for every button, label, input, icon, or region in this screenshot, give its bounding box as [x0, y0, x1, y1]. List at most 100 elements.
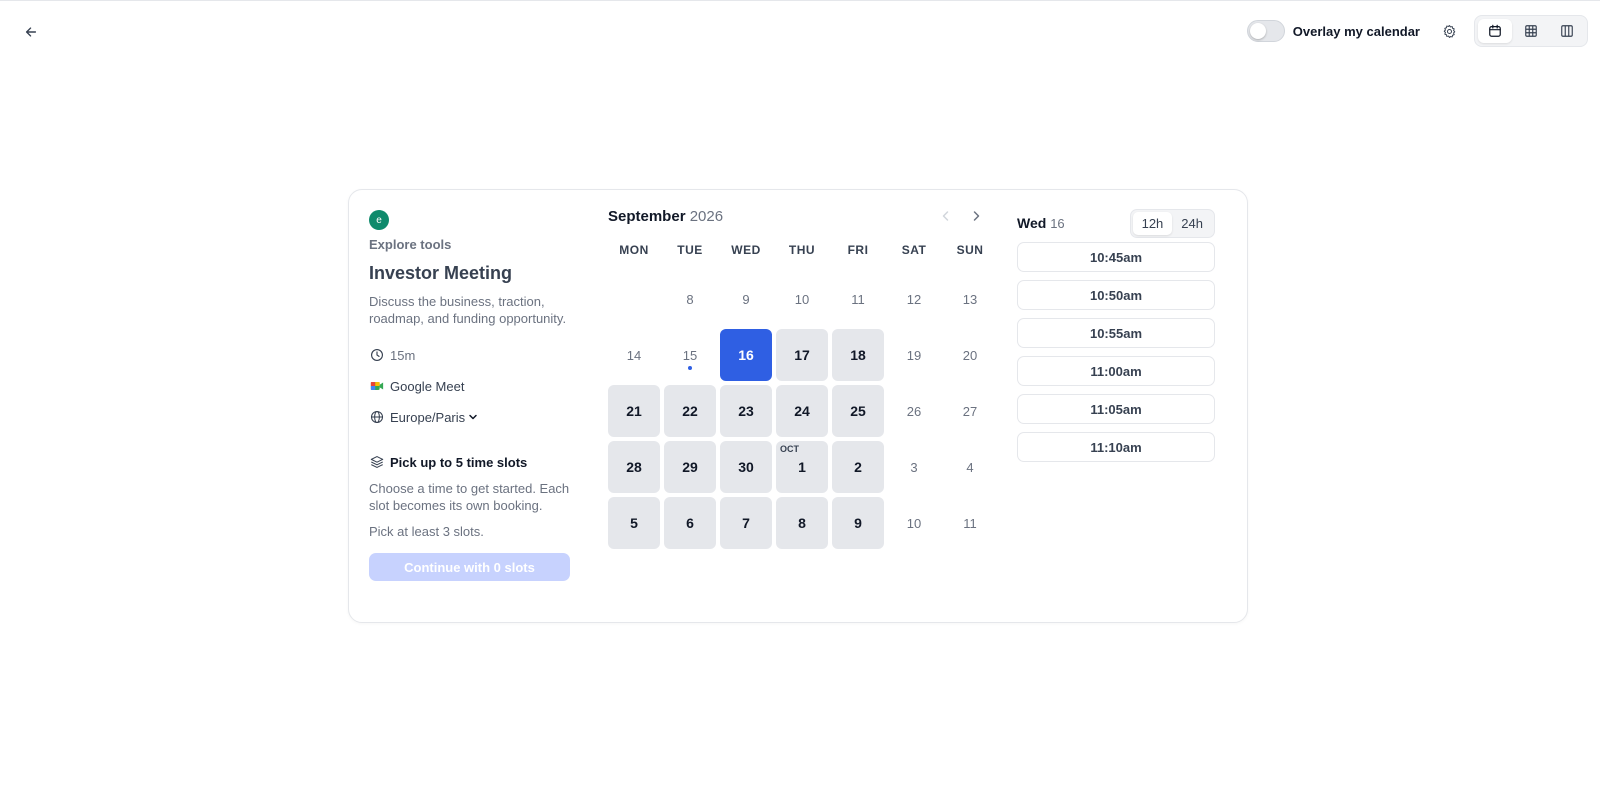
toggle-knob: [1249, 23, 1266, 39]
calendar-header: September 2026: [608, 206, 990, 226]
calendar-day: 19: [888, 329, 940, 381]
continue-button[interactable]: Continue with 0 slots: [369, 553, 570, 581]
calendar-day[interactable]: 9: [832, 497, 884, 549]
calendar-day: 3: [888, 441, 940, 493]
calendar-title: September 2026: [608, 208, 723, 225]
booking-card: e Explore tools Investor Meeting Discuss…: [348, 189, 1248, 623]
selected-day-name: Wed: [1017, 215, 1047, 231]
selected-day: Wed 16: [1017, 215, 1065, 231]
date-picker: September 2026 MON TUE WED THU FRI SAT SUN 891…: [608, 206, 990, 549]
calendar-day[interactable]: 29: [664, 441, 716, 493]
time-format-toggle: 12h 24h: [1129, 208, 1215, 238]
time-slot-button[interactable]: 11:00am: [1017, 356, 1215, 386]
column-view-button[interactable]: [1550, 19, 1584, 43]
calendar-day-number: 1: [798, 459, 806, 475]
calendar-day-number: 21: [626, 403, 642, 419]
calendar-day[interactable]: 7: [720, 497, 772, 549]
calendar-day[interactable]: 25: [832, 385, 884, 437]
calendar-day[interactable]: 2: [832, 441, 884, 493]
calendar-nav: [938, 208, 984, 224]
calendar-day-number: 2: [854, 459, 862, 475]
calendar-day[interactable]: 21: [608, 385, 660, 437]
grid-icon: [1525, 25, 1537, 37]
weekday-header: MON TUE WED THU FRI SAT SUN: [608, 243, 990, 257]
calendar-day-number: 4: [966, 459, 974, 475]
topbar-actions: Overlay my calendar: [1246, 15, 1588, 47]
calendar-day[interactable]: 6: [664, 497, 716, 549]
time-slot-button[interactable]: 11:10am: [1017, 432, 1215, 462]
calendar-day-number: 10: [906, 515, 922, 531]
time-slot-button[interactable]: 10:45am: [1017, 242, 1215, 272]
columns-icon: [1561, 25, 1573, 37]
calendar-day-number: 18: [850, 347, 866, 363]
calendar-icon: [1489, 24, 1501, 37]
calendar-day[interactable]: 23: [720, 385, 772, 437]
event-description: Discuss the business, traction, roadmap,…: [369, 294, 567, 326]
format-12h-button[interactable]: 12h: [1132, 211, 1173, 235]
time-slot-button[interactable]: 11:05am: [1017, 394, 1215, 424]
calendar-day-number: 7: [742, 515, 750, 531]
weekday-label: THU: [788, 243, 816, 257]
format-24h-button[interactable]: 24h: [1172, 212, 1212, 235]
calendar-day: 27: [944, 385, 996, 437]
duration-label: 15m: [390, 347, 416, 363]
timezone-selector[interactable]: Europe/Paris: [369, 407, 571, 427]
calendar-day[interactable]: 17: [776, 329, 828, 381]
pick-slots-description: Choose a time to get started. Each slot …: [369, 481, 570, 513]
calendar-days: 8 9 10 11 12 13 14 15 16 17 18 19 20 21 22 23 24 25 26 27 28…: [608, 273, 990, 549]
event-title: Investor Meeting: [369, 263, 513, 283]
back-button[interactable]: [20, 21, 42, 43]
calendar-day-number: 24: [794, 403, 810, 419]
calendar-day-number: 14: [626, 347, 642, 363]
calendar-day: 4: [944, 441, 996, 493]
calendar-month: September: [608, 207, 686, 225]
chevron-left-icon: [942, 211, 949, 221]
time-slot-button[interactable]: 10:55am: [1017, 318, 1215, 348]
calendar-day[interactable]: 16: [720, 329, 772, 381]
calendar-day-number: 12: [906, 291, 922, 307]
calendar-day: 10: [776, 273, 828, 325]
month-view-button[interactable]: [1478, 19, 1512, 43]
time-slot-button[interactable]: 10:50am: [1017, 280, 1215, 310]
weekday-label: WED: [731, 243, 761, 257]
calendar-year: 2026: [689, 207, 724, 225]
calendar-day[interactable]: 8: [776, 497, 828, 549]
today-indicator: [688, 366, 692, 370]
pick-slots-title: Pick up to 5 time slots: [390, 454, 528, 470]
calendar-day[interactable]: 30: [720, 441, 772, 493]
calendar-day[interactable]: OCT 1: [776, 441, 828, 493]
calendar-day[interactable]: 5: [608, 497, 660, 549]
location-row: Google Meet: [369, 376, 571, 396]
clock-icon: [369, 347, 385, 363]
next-month-button[interactable]: [968, 208, 984, 224]
timezone-label: Europe/Paris: [390, 409, 466, 425]
time-slot-list: 10:45am 10:50am 10:55am 11:00am 11:05am 11:10…: [1017, 242, 1215, 462]
gear-icon: [1443, 24, 1455, 38]
calendar-day-number: 15: [682, 347, 698, 363]
pick-slots-row: Pick up to 5 time slots: [369, 452, 571, 472]
settings-button[interactable]: [1436, 18, 1462, 44]
month-tag: OCT: [780, 444, 799, 454]
overlay-calendar-toggle[interactable]: [1246, 20, 1285, 42]
calendar-day-number: 28: [626, 459, 642, 475]
organizer-name: Explore tools: [369, 237, 452, 252]
calendar-day-number: 27: [962, 403, 978, 419]
calendar-day-number: 16: [738, 347, 754, 363]
calendar-day[interactable]: 24: [776, 385, 828, 437]
location-label: Google Meet: [390, 378, 465, 394]
weekday-label: TUE: [677, 243, 703, 257]
calendar-day-number: 8: [686, 291, 694, 307]
globe-icon: [369, 409, 385, 425]
previous-month-button[interactable]: [938, 208, 954, 224]
calendar-day-number: 22: [682, 403, 698, 419]
calendar-day[interactable]: 18: [832, 329, 884, 381]
weekday-label: SAT: [901, 243, 927, 257]
calendar-day-number: 10: [794, 291, 810, 307]
week-view-button[interactable]: [1514, 19, 1548, 43]
selected-day-number: 16: [1050, 216, 1065, 231]
calendar-day[interactable]: 22: [664, 385, 716, 437]
calendar-day: 15: [664, 329, 716, 381]
calendar-day[interactable]: 28: [608, 441, 660, 493]
time-slots-panel: Wed 16 12h 24h 10:45am 10:50am 10:55am 11:0…: [1017, 208, 1215, 462]
slots-header: Wed 16 12h 24h: [1017, 208, 1215, 238]
